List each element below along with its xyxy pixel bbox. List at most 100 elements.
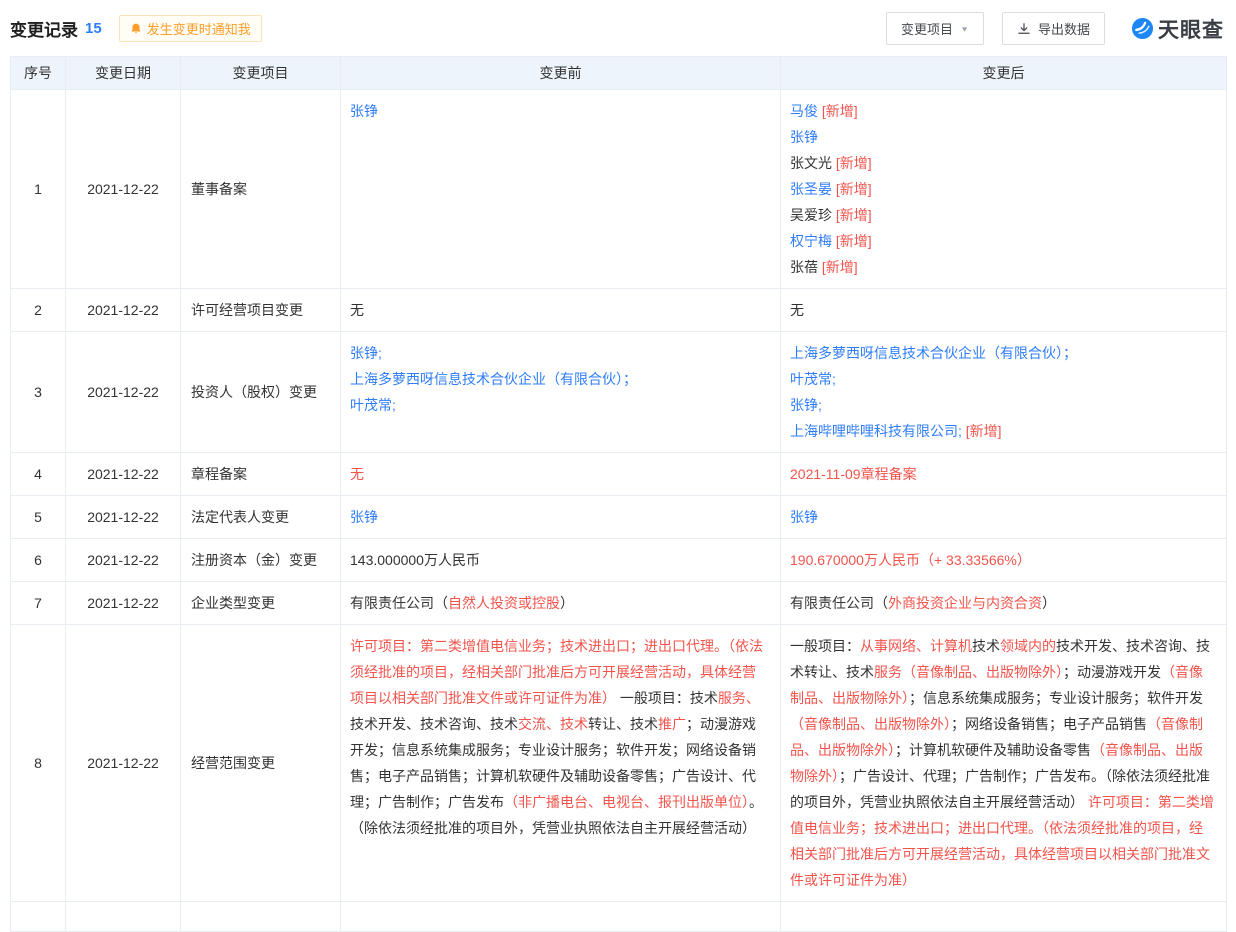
cell-no [11,902,66,932]
text-segment: （非广播电台、电视台、报刊出版单位） [504,794,749,810]
table-row: 62021-12-22注册资本（金）变更143.000000万人民币190.67… [11,539,1227,582]
cell-item: 章程备案 [181,453,341,496]
new-tag: [新增] [818,103,858,119]
cell-no: 4 [11,453,66,496]
filter-button-label: 变更项目 [901,19,953,38]
text-segment: 自然人投资或控股 [448,595,560,611]
notify-on-change-button[interactable]: 发生变更时通知我 [119,15,262,42]
entity-link[interactable]: 马俊 [790,103,818,119]
text-segment: 一般项目：技术 [616,690,718,706]
entity-link[interactable]: 叶茂常; [350,397,396,413]
tianyancha-logo-icon [1131,17,1154,40]
cell-no: 7 [11,582,66,625]
tianyancha-logo: 天眼查 [1131,14,1224,44]
column-header: 变更日期 [66,57,181,90]
new-tag: [新增] [832,155,872,171]
export-data-button[interactable]: 导出数据 [1002,12,1105,45]
cell-before: 张铮 [341,90,781,289]
entity-link[interactable]: 张铮 [350,509,378,525]
entity-link[interactable]: 张铮 [790,509,818,525]
cell-line: 一般项目：从事网络、计算机技术领域内的技术开发、技术咨询、技术转让、技术服务（音… [790,633,1214,893]
cell-no: 2 [11,289,66,332]
table-row: 22021-12-22许可经营项目变更无无 [11,289,1227,332]
cell-line: 吴爱珍 [新增] [790,202,1214,228]
section-header: 变更记录 15 发生变更时通知我 变更项目 ▼ 导出数据 天眼查 [0,0,1236,56]
entity-link[interactable]: 上海哔哩哔哩科技有限公司; [790,423,962,439]
table-row: 52021-12-22法定代表人变更张铮张铮 [11,496,1227,539]
text-segment: ；计算机软硬件及辅助设备零售 [895,742,1091,758]
cell-date: 2021-12-22 [66,453,181,496]
text-segment: 张文光 [790,155,832,171]
cell-after [781,902,1227,932]
text-segment: 服务、 [718,690,760,706]
cell-no: 1 [11,90,66,289]
entity-link[interactable]: 上海多萝西呀信息技术合伙企业（有限合伙）； [350,371,637,387]
column-header: 变更项目 [181,57,341,90]
text-segment: 技术 [972,638,1000,654]
cell-line: 叶茂常; [350,392,768,418]
change-item-filter-dropdown[interactable]: 变更项目 ▼ [886,12,984,45]
cell-before: 有限责任公司（自然人投资或控股） [341,582,781,625]
entity-link[interactable]: 张圣晏 [790,181,832,197]
cell-item: 董事备案 [181,90,341,289]
table-row: 12021-12-22董事备案张铮马俊 [新增]张铮张文光 [新增]张圣晏 [新… [11,90,1227,289]
cell-date: 2021-12-22 [66,332,181,453]
cell-line: 张铮; [790,392,1214,418]
text-segment: 无 [350,302,364,318]
cell-line: 张蓓 [新增] [790,254,1214,280]
cell-line: 权宁梅 [新增] [790,228,1214,254]
text-segment: ；网络设备销售；电子产品销售 [951,716,1147,732]
cell-before: 张铮; 上海多萝西呀信息技术合伙企业（有限合伙）； 叶茂常; [341,332,781,453]
text-segment: 服务（音像制品、出版物除外） [874,664,1063,680]
text-segment: 无 [790,302,804,318]
entity-link[interactable]: 张铮; [790,397,822,413]
entity-link[interactable]: 张铮; [350,345,382,361]
cell-item: 许可经营项目变更 [181,289,341,332]
cell-after: 190.670000万人民币（+ 33.33566%） [781,539,1227,582]
entity-link[interactable]: 张铮 [790,129,818,145]
table-header-row: 序号变更日期变更项目变更前变更后 [11,57,1227,90]
cell-before: 143.000000万人民币 [341,539,781,582]
new-tag: [新增] [962,423,1002,439]
cell-no: 6 [11,539,66,582]
cell-no: 3 [11,332,66,453]
table-row: 42021-12-22章程备案无 2021-11-09章程备案 [11,453,1227,496]
text-segment: 有限责任公司（ [790,595,888,611]
text-segment: （音像制品、出版物除外） [790,716,951,732]
cell-date: 2021-12-22 [66,90,181,289]
bell-icon [130,22,142,35]
column-header: 变更后 [781,57,1227,90]
text-segment: 有限责任公司（ [350,595,448,611]
cell-item: 注册资本（金）变更 [181,539,341,582]
cell-item: 法定代表人变更 [181,496,341,539]
text-segment: ） [560,595,574,611]
new-tag: [新增] [832,181,872,197]
cell-no: 8 [11,625,66,902]
text-segment: ；信息系统集成服务；专业设计服务；软件开发 [909,690,1203,706]
cell-line: 无 [790,297,1214,323]
table-row [11,902,1227,932]
cell-date: 2021-12-22 [66,625,181,902]
cell-after: 张铮 [781,496,1227,539]
entity-link[interactable]: 叶茂常; [790,371,836,387]
tianyancha-logo-text: 天眼查 [1158,14,1224,44]
cell-line: 无 [350,461,768,487]
download-icon [1017,22,1031,36]
cell-after: 无 [781,289,1227,332]
cell-before: 无 [341,453,781,496]
cell-line: 张圣晏 [新增] [790,176,1214,202]
entity-link[interactable]: 上海多萝西呀信息技术合伙企业（有限合伙）； [790,345,1077,361]
table-row: 82021-12-22经营范围变更许可项目：第二类增值电信业务；技术进出口；进出… [11,625,1227,902]
text-segment: 张蓓 [790,259,818,275]
cell-line: 190.670000万人民币（+ 33.33566%） [790,547,1214,573]
cell-line: 有限责任公司（自然人投资或控股） [350,590,768,616]
change-records-table: 序号变更日期变更项目变更前变更后 12021-12-22董事备案张铮马俊 [新增… [10,56,1227,932]
cell-after: 2021-11-09章程备案 [781,453,1227,496]
text-segment: 技术开发、技术咨询、技术 [350,716,518,732]
entity-link[interactable]: 张铮 [350,103,378,119]
cell-after: 上海多萝西呀信息技术合伙企业（有限合伙）； 叶茂常; 张铮; 上海哔哩哔哩科技有限公司… [781,332,1227,453]
entity-link[interactable]: 权宁梅 [790,233,832,249]
cell-line: 叶茂常; [790,366,1214,392]
cell-date: 2021-12-22 [66,289,181,332]
cell-item: 投资人（股权）变更 [181,332,341,453]
